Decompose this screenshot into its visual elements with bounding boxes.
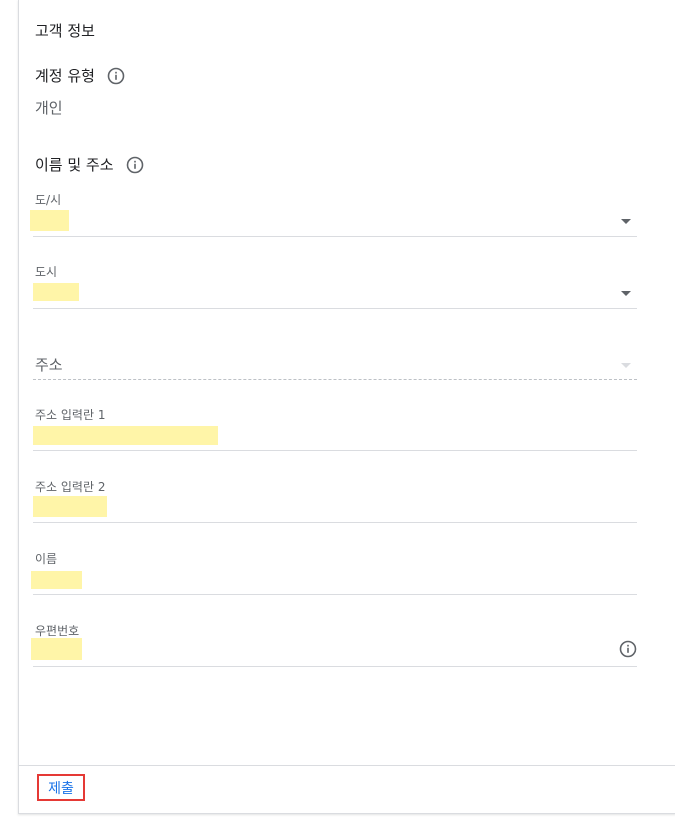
caret-down-icon xyxy=(621,363,631,368)
city-value-redacted xyxy=(33,283,79,301)
name-address-label: 이름 및 주소 xyxy=(35,156,114,174)
info-icon[interactable] xyxy=(126,156,144,174)
address-line1-field[interactable]: 주소 입력란 1 xyxy=(33,405,637,453)
address-underline xyxy=(33,379,637,380)
address-line1-value-redacted xyxy=(33,426,218,445)
city-underline xyxy=(33,308,637,309)
info-icon[interactable] xyxy=(107,67,125,85)
province-underline xyxy=(33,236,637,237)
postal-code-field[interactable]: 우편번호 xyxy=(31,621,637,669)
city-label: 도시 xyxy=(35,265,58,279)
name-value-redacted xyxy=(31,571,82,589)
postal-code-label: 우편번호 xyxy=(35,624,80,638)
address-line2-value-redacted xyxy=(33,496,107,517)
postal-code-underline xyxy=(33,666,637,667)
section-title: 고객 정보 xyxy=(35,22,95,40)
address-line2-underline xyxy=(33,522,637,523)
name-label: 이름 xyxy=(35,552,58,566)
account-type-label-row: 계정 유형 xyxy=(35,65,125,86)
name-underline xyxy=(33,594,637,595)
address-line2-label: 주소 입력란 2 xyxy=(35,480,106,494)
address-placeholder: 주소 xyxy=(35,356,63,374)
address-dropdown[interactable]: 주소 xyxy=(33,352,637,382)
address-line1-underline xyxy=(33,450,637,451)
name-address-label-row: 이름 및 주소 xyxy=(35,154,144,175)
province-label: 도/시 xyxy=(35,193,62,207)
city-dropdown[interactable]: 도시 xyxy=(33,262,637,310)
caret-down-icon xyxy=(621,291,631,296)
name-field[interactable]: 이름 xyxy=(31,549,637,597)
submit-button[interactable]: 제출 xyxy=(37,774,85,801)
footer-divider xyxy=(19,765,675,766)
info-icon[interactable] xyxy=(619,640,637,658)
address-line2-field[interactable]: 주소 입력란 2 xyxy=(33,477,637,525)
account-type-label: 계정 유형 xyxy=(35,67,95,85)
province-value-redacted xyxy=(30,210,69,231)
province-dropdown[interactable]: 도/시 xyxy=(30,190,637,238)
address-line1-label: 주소 입력란 1 xyxy=(35,408,106,422)
postal-code-value-redacted xyxy=(31,638,82,660)
account-type-value: 개인 xyxy=(35,99,63,117)
caret-down-icon xyxy=(621,219,631,224)
